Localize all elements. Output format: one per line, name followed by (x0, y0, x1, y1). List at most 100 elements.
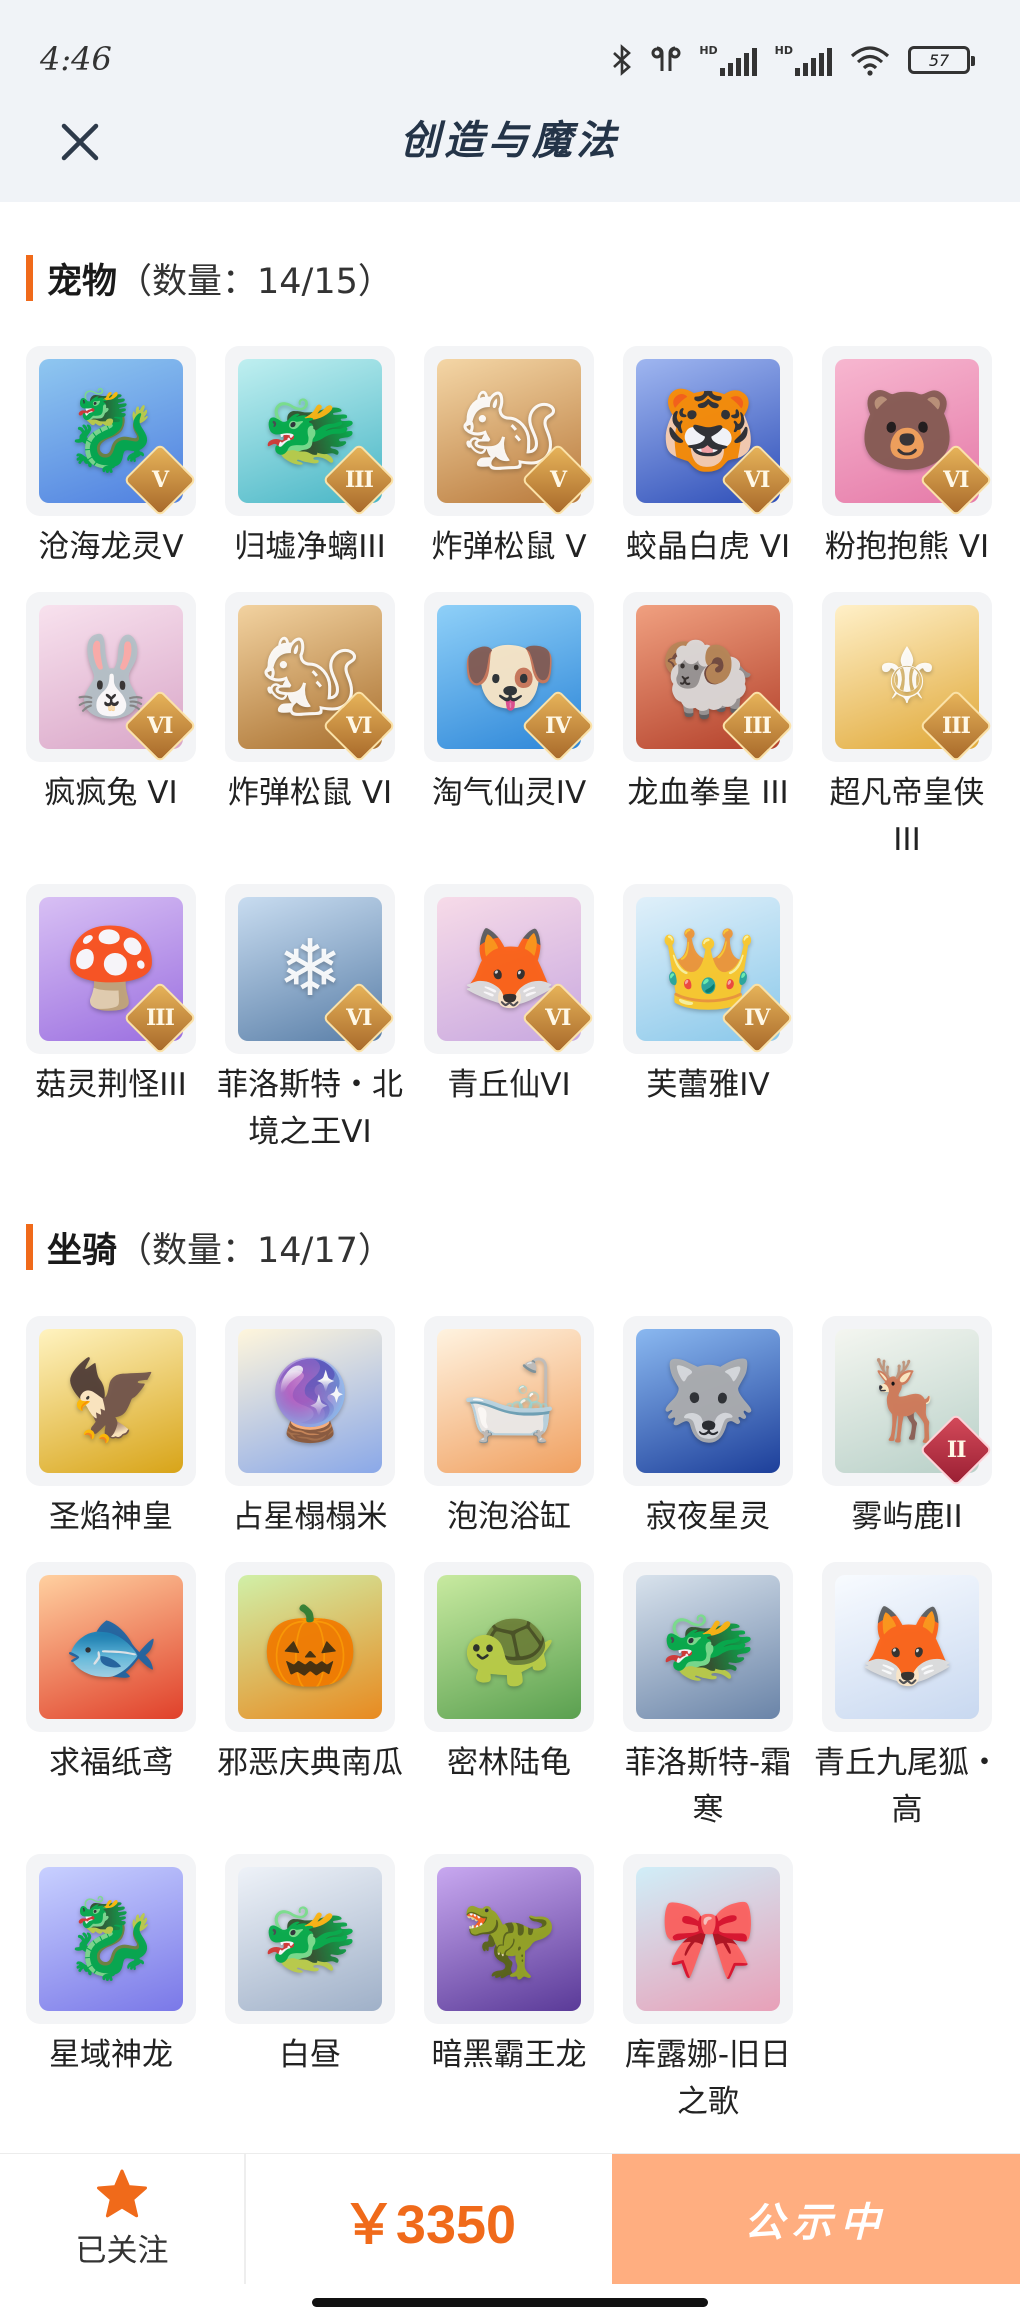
mount-card[interactable]: 🎀 库露娜-旧日之歌 (623, 1854, 793, 2126)
mount-card[interactable]: 🎃 邪恶庆典南瓜 (217, 1562, 403, 1787)
tier-badge-text: III (743, 713, 771, 739)
mount-card[interactable]: 🛁 泡泡浴缸 (424, 1316, 594, 1541)
mount-card[interactable]: 🐉 星域神龙 (26, 1854, 196, 2079)
item-name: 星域神龙 (49, 2037, 173, 2073)
home-indicator[interactable] (312, 2298, 708, 2307)
mount-card[interactable]: 🦊 青丘九尾狐・高 (814, 1562, 1000, 1834)
item-glyph: 🦊 (858, 1601, 956, 1692)
frost-dragon-icon: 🐲 (636, 1575, 780, 1719)
item-name: 占星榻榻米 (232, 1499, 388, 1535)
pet-card[interactable]: ❄ VI 菲洛斯特・北境之王VI (217, 884, 403, 1156)
tier-badge-text: VI (346, 1005, 372, 1031)
pet-card[interactable]: 🐻 VI 粉抱抱熊 VI (822, 346, 992, 571)
item-name: 泡泡浴缸 (447, 1499, 571, 1535)
item-thumbnail: 🐶 IV (424, 592, 594, 762)
header: 创造与魔法 (0, 100, 1020, 202)
bottom-action-bar: 已关注 ￥3350 公示中 (0, 2153, 1020, 2284)
tier-badge-text: IV (744, 1005, 770, 1031)
item-name: 超凡帝皇侠 III (829, 775, 985, 858)
pet-card[interactable]: 🐿 V 炸弹松鼠 V (424, 346, 594, 571)
item-thumbnail: 🐏 III (623, 592, 793, 762)
public-notice-button[interactable]: 公示中 (612, 2154, 1020, 2284)
pets-count: （数量：14/15） (117, 261, 393, 302)
item-name: 菲洛斯特-霜寒 (624, 1745, 792, 1828)
mount-card[interactable]: 🦅 圣焰神皇 (26, 1316, 196, 1541)
item-name: 青丘仙VI (447, 1067, 571, 1103)
item-thumbnail: 👑 IV (623, 884, 793, 1054)
item-name: 邪恶庆典南瓜 (217, 1745, 403, 1781)
tier-badge-text: V (549, 466, 567, 493)
tier-badge-text: VI (545, 1005, 571, 1031)
item-name: 密林陆龟 (447, 1745, 571, 1781)
item-glyph: 🦖 (460, 1893, 558, 1984)
golden-phoenix-icon: 🦅 (39, 1329, 183, 1473)
item-thumbnail: 🐻 VI (822, 346, 992, 516)
tier-badge-text: III (146, 1005, 174, 1031)
status-bar: 4:46 HD HD 57 (0, 0, 1020, 100)
pet-card[interactable]: 🐉 V 沧海龙灵V (26, 346, 196, 571)
pumpkin-icon: 🎃 (238, 1575, 382, 1719)
item-glyph: ❄ (277, 924, 343, 1014)
pet-card[interactable]: ⚜ III 超凡帝皇侠 III (822, 592, 992, 864)
item-thumbnail: 🐉 V (26, 346, 196, 516)
pet-card[interactable]: 👑 IV 芙蕾雅IV (623, 884, 793, 1109)
item-thumbnail: 🦌 II (822, 1316, 992, 1486)
item-name: 蛟晶白虎 VI (625, 529, 791, 565)
mount-card[interactable]: 🦌 II 雾屿鹿II (822, 1316, 992, 1541)
item-glyph: 🐢 (460, 1601, 558, 1692)
page-title: 创造与魔法 (400, 117, 620, 164)
item-name: 归墟净螭III (234, 529, 386, 565)
item-name: 寂夜星灵 (646, 1499, 770, 1535)
battery-icon: 57 (908, 46, 975, 74)
tier-badge-text: V (151, 466, 169, 493)
item-thumbnail: 🦅 (26, 1316, 196, 1486)
item-thumbnail: 🐺 (623, 1316, 793, 1486)
item-thumbnail: 🐟 (26, 1562, 196, 1732)
kuluna-icon: 🎀 (636, 1867, 780, 2011)
item-name: 菇灵荆怪III (35, 1067, 187, 1103)
tier-badge-text: VI (943, 467, 969, 493)
mount-card[interactable]: 🔮 占星榻榻米 (225, 1316, 395, 1541)
pet-card[interactable]: 🐰 VI 疯疯兔 VI (26, 592, 196, 817)
item-name: 炸弹松鼠 VI (227, 775, 393, 811)
item-glyph: 🎀 (659, 1893, 757, 1984)
item-glyph: 🐉 (62, 1893, 160, 1984)
item-glyph: 🐲 (659, 1601, 757, 1692)
pet-card[interactable]: 🦊 VI 青丘仙VI (424, 884, 594, 1109)
item-glyph: 🛁 (460, 1355, 558, 1446)
pet-card[interactable]: 🐶 IV 淘气仙灵IV (424, 592, 594, 817)
mount-card[interactable]: 🐺 寂夜星灵 (623, 1316, 793, 1541)
night-wolf-icon: 🐺 (636, 1329, 780, 1473)
mount-card[interactable]: 🐢 密林陆龟 (424, 1562, 594, 1787)
item-thumbnail: 🛁 (424, 1316, 594, 1486)
item-thumbnail: 🐉 (26, 1854, 196, 2024)
pet-card[interactable]: 🐿 VI 炸弹松鼠 VI (225, 592, 395, 817)
mount-card[interactable]: 🐲 菲洛斯特-霜寒 (623, 1562, 793, 1834)
item-name: 青丘九尾狐・高 (814, 1745, 1000, 1828)
follow-button[interactable]: 已关注 (0, 2154, 244, 2284)
pet-card[interactable]: 🐯 VI 蛟晶白虎 VI (623, 346, 793, 571)
item-glyph: 🐲 (261, 1893, 359, 1984)
tier-badge-text: II (946, 1437, 966, 1463)
pet-card[interactable]: 🐏 III 龙血拳皇 III (623, 592, 793, 817)
item-name: 疯疯兔 VI (44, 775, 178, 811)
item-glyph: 🎃 (261, 1601, 359, 1692)
item-thumbnail: 🐲 III (225, 346, 395, 516)
pet-card[interactable]: 🍄 III 菇灵荆怪III (26, 884, 196, 1109)
goldfish-kite-icon: 🐟 (39, 1575, 183, 1719)
mount-card[interactable]: 🐟 求福纸鸢 (26, 1562, 196, 1787)
mount-card[interactable]: 🐲 白昼 (225, 1854, 395, 2079)
item-thumbnail: 🐢 (424, 1562, 594, 1732)
item-glyph: 🐺 (659, 1355, 757, 1446)
pet-card[interactable]: 🐲 III 归墟净螭III (225, 346, 395, 571)
item-name: 求福纸鸢 (49, 1745, 173, 1781)
item-thumbnail: 🐲 (225, 1854, 395, 2024)
section-accent-bar (26, 255, 33, 301)
item-glyph: 🐟 (62, 1601, 160, 1692)
mount-card[interactable]: 🦖 暗黑霸王龙 (424, 1854, 594, 2079)
follow-label: 已关注 (75, 2232, 169, 2269)
tier-badge-text: VI (744, 467, 770, 493)
item-name: 淘气仙灵IV (431, 775, 587, 811)
turtle-icon: 🐢 (437, 1575, 581, 1719)
item-thumbnail: 🦖 (424, 1854, 594, 2024)
